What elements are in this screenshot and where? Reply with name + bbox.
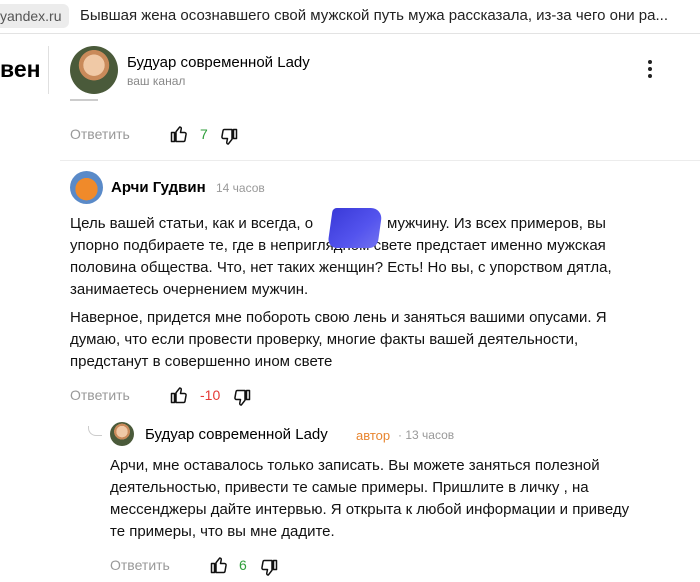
comment-line: думаю, что если провести проверку, многи…: [70, 331, 579, 348]
like-count: 6: [239, 557, 247, 573]
thumbs-down-icon[interactable]: [260, 558, 278, 578]
channel-subtitle: ваш канал: [127, 74, 186, 88]
reply-actions: Ответить 6: [110, 555, 300, 577]
more-vertical-icon[interactable]: [640, 58, 660, 82]
commenter-avatar[interactable]: [70, 171, 103, 204]
redaction-blot: [327, 208, 383, 248]
comment-actions: Ответить -10: [70, 385, 290, 407]
channel-name[interactable]: Будуар современной Lady: [127, 54, 310, 71]
comment-line: Наверное, придется мне побороть свою лен…: [70, 309, 607, 326]
thumbs-down-icon[interactable]: [220, 127, 238, 147]
comment-line: мужчину. Из всех примеров, вы: [387, 215, 606, 232]
reply-text: Арчи, мне оставалось только записать. Вы…: [110, 455, 690, 543]
thumbs-down-icon[interactable]: [233, 388, 251, 408]
reply-time: · 13 часов: [398, 428, 455, 442]
like-count: 7: [200, 126, 208, 142]
reply-avatar[interactable]: [110, 422, 134, 446]
reply-button[interactable]: Ответить: [70, 126, 130, 142]
reply-author[interactable]: Будуар современной Lady: [145, 426, 328, 443]
comment-line: половина общества. Что, нет таких женщин…: [70, 259, 612, 276]
comment-line: предстанут в совершенно ином свете: [70, 353, 333, 370]
thumbs-up-icon[interactable]: [170, 124, 188, 144]
reply-button[interactable]: Ответить: [110, 557, 170, 573]
divider: [48, 46, 49, 94]
truncated-text-line: [70, 99, 98, 101]
thumbs-up-icon[interactable]: [170, 385, 188, 405]
browser-tab-bar: yandex.ru Бывшая жена осознавшего свой м…: [0, 0, 700, 34]
score-count: -10: [200, 387, 221, 403]
tab-title[interactable]: Бывшая жена осознавшего свой мужской пут…: [80, 4, 694, 28]
reply-line: деятельностью, привести те самые примеры…: [110, 479, 589, 496]
channel-avatar[interactable]: [70, 46, 118, 94]
comment-line: Цель вашей статьи, как и всегда, о: [70, 215, 314, 232]
comment-time: 14 часов: [216, 181, 265, 195]
reply-line: мессенджеры дайте интервью. Я открыта к …: [110, 501, 630, 518]
cropped-heading: вен: [0, 56, 41, 82]
reply-button[interactable]: Ответить: [70, 387, 130, 403]
thumbs-up-icon[interactable]: [210, 555, 228, 575]
comment-line: занимаетесь очернением мужчин.: [70, 281, 309, 298]
reply-line: те примеры, что вы мне дадите.: [110, 523, 335, 540]
author-badge: автор: [356, 428, 391, 443]
url-fragment[interactable]: yandex.ru: [0, 4, 70, 28]
thread-connector: [88, 426, 102, 436]
separator: [60, 160, 700, 161]
post-actions: Ответить 7: [70, 124, 270, 146]
comment-author[interactable]: Арчи Гудвин: [111, 179, 206, 196]
reply-line: Арчи, мне оставалось только записать. Вы…: [110, 457, 600, 474]
